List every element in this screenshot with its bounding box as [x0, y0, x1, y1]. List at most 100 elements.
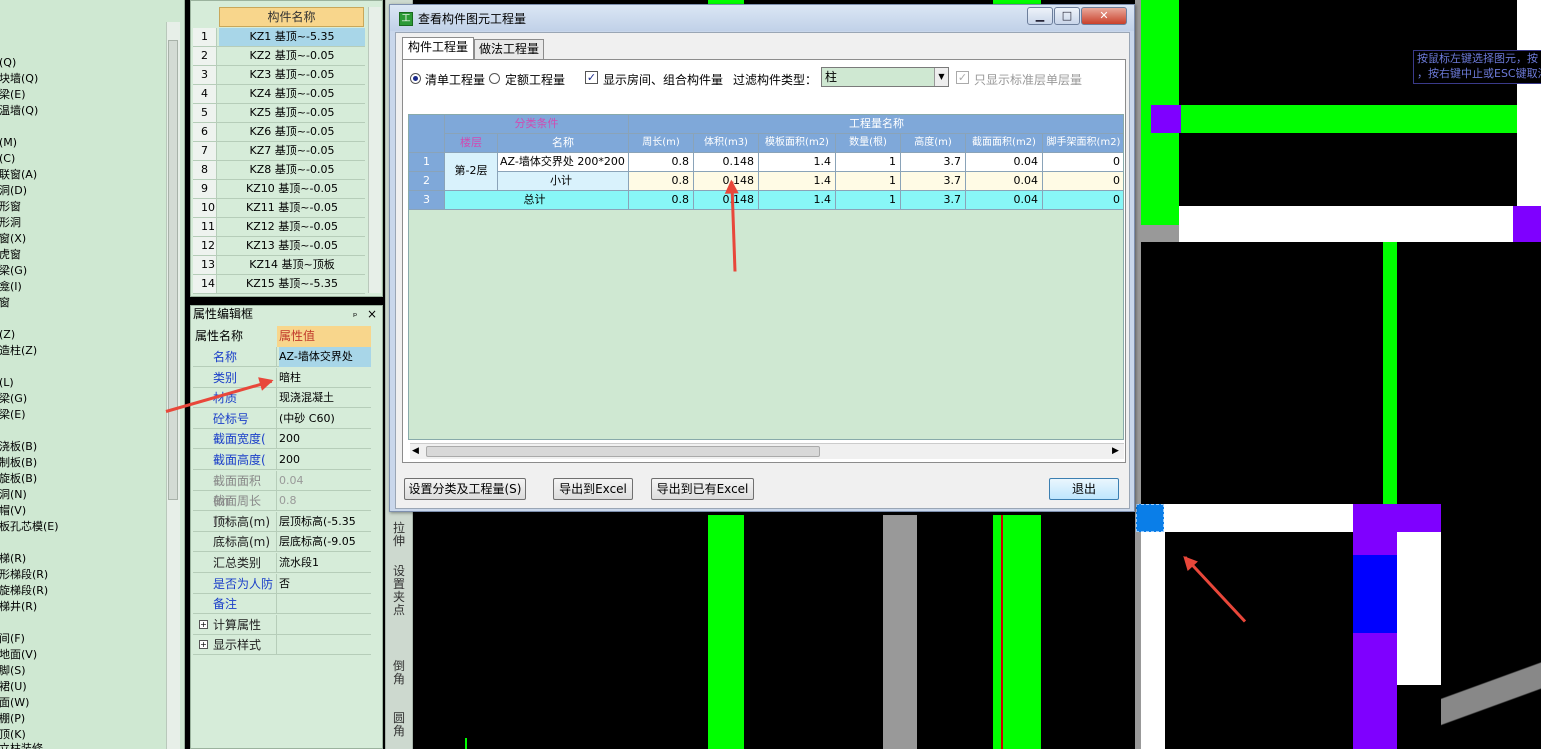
filter-type-select[interactable]: 柱 ▼ [821, 67, 949, 87]
export-existing-excel-button[interactable]: 导出到已有Excel [651, 478, 754, 500]
property-row[interactable]: 显示样式 + [193, 635, 371, 656]
row1-name[interactable]: AZ-墙体交界处 200*200 [498, 153, 629, 172]
component-row[interactable]: 5 KZ5 基顶~-0.05 [193, 104, 365, 123]
tree-item[interactable]: 楼板孔芯模(E) [0, 520, 59, 534]
table-cell[interactable]: 1 [836, 191, 901, 210]
property-value[interactable]: 层顶标高(-5.35 [279, 512, 371, 532]
row2-name[interactable]: 小计 [498, 172, 629, 191]
side-tool-2[interactable]: 设置夹点 [390, 565, 408, 617]
property-value[interactable]: 现浇混凝土 [279, 388, 371, 408]
scrollbar-thumb[interactable] [426, 446, 820, 457]
component-row[interactable]: 1 KZ1 基顶~-5.35 [193, 28, 365, 47]
tree-item[interactable]: 独立柱装修 [0, 742, 43, 749]
tree-item[interactable]: 柱(Z) [0, 328, 15, 342]
property-value[interactable] [279, 594, 371, 614]
property-row[interactable]: 汇总类别 流水段1 [193, 553, 371, 573]
table-cell[interactable]: 0.148 [694, 191, 759, 210]
tree-item[interactable]: 柱帽(V) [0, 504, 26, 518]
tree-item[interactable]: 墙面(W) [0, 696, 29, 710]
property-row[interactable]: 备注 [193, 594, 371, 615]
tree-item[interactable]: 飘窗(X) [0, 232, 26, 246]
property-value[interactable]: 流水段1 [279, 553, 371, 573]
property-row[interactable]: 顶标高(m) 层顶标高(-5.35 [193, 511, 371, 532]
table-cell[interactable]: 1 [836, 153, 901, 172]
row3-name[interactable]: 总计 [445, 191, 629, 210]
close-icon[interactable]: × [367, 307, 377, 321]
property-value[interactable] [279, 635, 371, 655]
minimize-button[interactable]: ▁ [1027, 7, 1053, 25]
maximize-button[interactable]: □ [1054, 7, 1080, 25]
tree-item[interactable]: 现浇板(B) [0, 440, 37, 454]
component-row[interactable]: 9 KZ10 基顶~-0.05 [193, 180, 365, 199]
tree-item[interactable]: 墙洞(D) [0, 184, 27, 198]
property-value[interactable]: AZ-墙体交界处 [279, 347, 371, 367]
component-row[interactable]: 6 KZ6 基顶~-0.05 [193, 123, 365, 142]
tree-item[interactable]: 楼梯井(R) [0, 600, 37, 614]
table-cell[interactable]: 0.04 [966, 191, 1043, 210]
property-row[interactable]: 截面高度(200 [193, 450, 371, 470]
table-cell[interactable]: 0.148 [694, 153, 759, 172]
property-row[interactable]: 截面周长(m 0.8 [193, 491, 371, 528]
pin-icon[interactable]: ₚ [353, 308, 357, 319]
table-cell[interactable]: 0 [1043, 172, 1123, 191]
scroll-right-icon[interactable]: ▶ [1112, 446, 1119, 456]
tree-item[interactable]: 踢脚(S) [0, 664, 26, 678]
property-value[interactable]: 层底标高(-9.05 [279, 532, 371, 552]
component-row[interactable]: 12 KZ13 基顶~-0.05 [193, 237, 365, 256]
property-value[interactable]: 0.04 [279, 471, 371, 491]
tree-item[interactable]: 楼地面(V) [0, 648, 37, 662]
component-row[interactable]: 10 KZ11 基顶~-0.05 [193, 199, 365, 218]
tree-item[interactable]: 螺旋梯段(R) [0, 584, 48, 598]
table-cell[interactable]: 0.8 [629, 153, 694, 172]
close-window-button[interactable]: ✕ [1081, 7, 1127, 25]
component-row[interactable]: 7 KZ7 基顶~-0.05 [193, 142, 365, 161]
tree-item[interactable]: 楼梯(R) [0, 552, 26, 566]
tree-item[interactable]: 板洞(N) [0, 488, 27, 502]
table-cell[interactable]: 0.04 [966, 172, 1043, 191]
tree-item[interactable]: 梁(L) [0, 376, 14, 390]
tree-item[interactable]: 砌块墙(Q) [0, 72, 38, 86]
tree-item[interactable]: 吊顶(K) [0, 728, 26, 742]
selected-az-column[interactable] [1136, 504, 1164, 532]
radio-quota-quantity[interactable] [489, 73, 500, 84]
tree-item[interactable]: 房间(F) [0, 632, 25, 646]
table-cell[interactable]: 0.8 [629, 172, 694, 191]
tree-item[interactable]: 过梁(G) [0, 264, 27, 278]
tree-item[interactable]: 带形洞 [0, 216, 21, 230]
exit-button[interactable]: 退出 [1049, 478, 1119, 500]
tree-item[interactable]: 壁龛(I) [0, 280, 22, 294]
tree-item[interactable]: 门(M) [0, 136, 17, 150]
tree-scrollbar-thumb[interactable] [168, 40, 178, 500]
component-row[interactable]: 2 KZ2 基顶~-0.05 [193, 47, 365, 66]
property-row[interactable]: 类别 暗柱 [193, 367, 371, 388]
table-cell[interactable]: 0.8 [629, 191, 694, 210]
export-excel-button[interactable]: 导出到Excel [553, 478, 633, 500]
tree-item[interactable]: 老虎窗 [0, 248, 21, 262]
tree-item[interactable]: 墙(Q) [0, 56, 16, 70]
expand-plus-icon[interactable]: + [199, 640, 208, 650]
dialog-titlebar[interactable]: 工 查看构件图元工程量 ▁ □ ✕ [390, 5, 1134, 31]
property-row[interactable]: 砼标号 (中砂 C60) [193, 408, 371, 429]
tree-item[interactable]: 天棚(P) [0, 712, 25, 726]
property-row[interactable]: 名称 AZ-墙体交界处 [193, 347, 371, 367]
component-row[interactable]: 4 KZ4 基顶~-0.05 [193, 85, 365, 104]
property-value[interactable] [279, 615, 371, 635]
table-cell[interactable]: 1.4 [759, 172, 836, 191]
tree-item[interactable]: 墙裙(U) [0, 680, 27, 694]
table-cell[interactable]: 3.7 [901, 172, 966, 191]
property-value[interactable]: 否 [279, 574, 371, 594]
property-value[interactable]: 200 [279, 450, 371, 470]
side-tool-1[interactable]: 拉伸 [390, 522, 408, 548]
component-row[interactable]: 8 KZ8 基顶~-0.05 [193, 161, 365, 180]
property-row[interactable]: 截面宽度(200 [193, 429, 371, 450]
table-cell[interactable]: 3.7 [901, 153, 966, 172]
component-list-scrollbar[interactable] [368, 7, 381, 293]
tree-item[interactable]: 窗(C) [0, 152, 15, 166]
tab-method-quantity[interactable]: 做法工程量 [474, 39, 544, 59]
component-row[interactable]: 11 KZ12 基顶~-0.05 [193, 218, 365, 237]
tree-item[interactable]: 螺旋板(B) [0, 472, 37, 486]
expand-plus-icon[interactable]: + [199, 619, 208, 629]
radio-list-quantity[interactable] [410, 73, 421, 84]
tree-item[interactable]: 带形窗 [0, 200, 21, 214]
tree-item[interactable]: 圈梁(G) [0, 392, 27, 406]
